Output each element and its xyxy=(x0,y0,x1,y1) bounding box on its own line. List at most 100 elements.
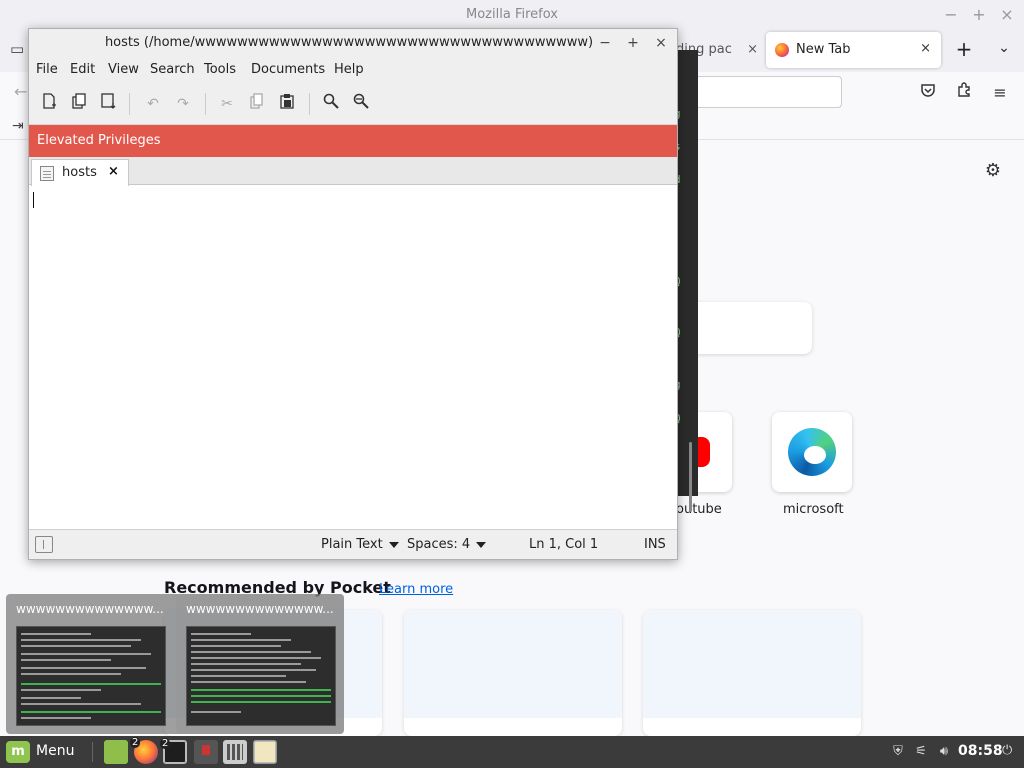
text-caret xyxy=(33,192,34,208)
start-menu-button[interactable]: Menu xyxy=(36,743,74,759)
insert-mode[interactable]: INS xyxy=(644,537,666,552)
language-selector[interactable]: Plain Text xyxy=(321,537,399,552)
gedit-toolbar: ↶ ↷ ✂ xyxy=(29,83,677,125)
tab-label: New Tab xyxy=(796,42,851,57)
menu-help[interactable]: Help xyxy=(334,62,364,77)
chevron-down-icon xyxy=(476,541,487,548)
gedit-close-button[interactable]: × xyxy=(651,33,671,53)
menu-edit[interactable]: Edit xyxy=(70,62,95,77)
open-document-icon[interactable] xyxy=(68,93,90,115)
redo-icon[interactable]: ↷ xyxy=(172,93,194,115)
pocket-card[interactable] xyxy=(404,610,622,736)
language-label: Plain Text xyxy=(321,537,383,552)
paste-icon[interactable] xyxy=(276,93,298,115)
copy-icon[interactable] xyxy=(246,93,268,115)
shortcut-label-microsoft: microsoft xyxy=(783,502,844,517)
cut-icon[interactable]: ✂ xyxy=(216,93,238,115)
settings-gear-icon[interactable]: ⚙ xyxy=(982,160,1004,182)
elevated-privileges-banner: Elevated Privileges xyxy=(29,125,677,157)
side-panel-toggle-icon[interactable] xyxy=(35,536,53,553)
find-icon[interactable] xyxy=(320,93,342,115)
power-icon[interactable]: ⏻ xyxy=(1002,743,1018,759)
terminal-thumbnail-image xyxy=(186,626,336,726)
volume-icon[interactable]: 🔊︎ xyxy=(936,744,952,760)
shield-icon[interactable]: ⛨ xyxy=(890,744,906,760)
firefox-favicon-icon xyxy=(775,43,789,57)
window-list-preview: wwwwwwwwwwwwww... wwwwwwwwwwwwww... xyxy=(6,594,344,734)
taskbar-separator xyxy=(92,742,93,762)
import-bookmarks-icon[interactable]: ⇥ xyxy=(12,118,24,134)
firefox-titlebar: Mozilla Firefox − + × xyxy=(0,0,1024,30)
gedit-window: hosts (/home/wwwwwwwwwwwwwwwwwwwwwwwwwww… xyxy=(28,28,678,560)
terminal-thumbnail-image xyxy=(16,626,166,726)
toolbar-separator xyxy=(129,93,130,115)
firefox-close-button[interactable]: × xyxy=(996,4,1018,26)
pocket-icon[interactable] xyxy=(917,82,939,104)
chevron-down-icon xyxy=(388,541,399,548)
window-thumbnail[interactable]: wwwwwwwwwwwwww... xyxy=(6,594,174,734)
gedit-titlebar[interactable]: hosts (/home/wwwwwwwwwwwwwwwwwwwwwwwwwww… xyxy=(29,29,677,57)
app-taskbar-icon[interactable] xyxy=(223,740,247,764)
window-count-badge: 2 xyxy=(130,737,141,748)
taskbar: m Menu 2 2 ⛨ ⚟ 🔊︎ 08:58 ⏻ xyxy=(0,736,1024,768)
terminal-taskbar-icon[interactable]: 2 xyxy=(160,738,187,764)
network-icon[interactable]: ⚟ xyxy=(913,744,929,760)
menu-search[interactable]: Search xyxy=(150,62,195,77)
window-thumbnail-title: wwwwwwwwwwwwww... xyxy=(16,602,164,616)
gedit-window-title: hosts (/home/wwwwwwwwwwwwwwwwwwwwwwwwwww… xyxy=(104,35,594,50)
list-all-tabs-button[interactable]: ⌄ xyxy=(994,40,1014,60)
firefox-taskbar-icon[interactable]: 2 xyxy=(130,737,158,764)
linux-mint-logo-icon[interactable]: m xyxy=(6,741,30,763)
document-tab-label: hosts xyxy=(62,165,97,180)
shortcut-microsoft[interactable] xyxy=(772,412,852,492)
shortcut-label-youtube: outube xyxy=(676,502,722,517)
firefox-tab-new-tab[interactable]: New Tab × xyxy=(766,32,941,68)
gedit-maximize-button[interactable]: + xyxy=(623,33,643,53)
text-file-icon xyxy=(40,166,54,181)
firefox-minimize-button[interactable]: − xyxy=(940,4,962,26)
window-count-badge: 2 xyxy=(160,738,171,749)
menu-documents[interactable]: Documents xyxy=(251,62,325,77)
toolbar-separator xyxy=(205,93,206,115)
tab-width-selector[interactable]: Spaces: 4 xyxy=(407,537,487,552)
new-tab-button[interactable]: + xyxy=(954,38,974,60)
tab-close-icon[interactable]: × xyxy=(920,41,931,56)
tab-close-icon[interactable]: × xyxy=(747,34,758,66)
app-taskbar-icon[interactable] xyxy=(194,740,218,764)
document-tabstrip: hosts × xyxy=(29,157,677,186)
pocket-learn-more-link[interactable]: Learn more xyxy=(379,582,453,597)
gedit-taskbar-icon[interactable] xyxy=(253,740,277,764)
find-replace-icon[interactable] xyxy=(350,93,372,115)
menu-tools[interactable]: Tools xyxy=(204,62,236,77)
cursor-position[interactable]: Ln 1, Col 1 xyxy=(529,537,598,552)
undo-icon[interactable]: ↶ xyxy=(142,93,164,115)
edge-icon xyxy=(788,428,836,476)
pocket-card[interactable] xyxy=(643,610,861,736)
clock[interactable]: 08:58 xyxy=(958,743,1003,759)
window-thumbnail[interactable]: wwwwwwwwwwwwww... xyxy=(176,594,344,734)
new-document-icon[interactable] xyxy=(38,93,60,115)
elevated-privileges-label: Elevated Privileges xyxy=(37,133,161,148)
back-arrow-icon[interactable]: ← xyxy=(14,82,27,101)
window-thumbnail-title: wwwwwwwwwwwwww... xyxy=(186,602,334,616)
gedit-menubar: File Edit View Search Tools Documents He… xyxy=(29,57,677,83)
menu-file[interactable]: File xyxy=(36,62,58,77)
save-document-icon[interactable] xyxy=(98,93,120,115)
toolbar-separator xyxy=(309,93,310,115)
new-tab-search-box[interactable] xyxy=(690,302,812,354)
url-bar[interactable] xyxy=(690,76,842,108)
gedit-statusbar: Plain Text Spaces: 4 Ln 1, Col 1 INS xyxy=(29,529,677,559)
tab-close-icon[interactable]: × xyxy=(108,164,119,179)
files-icon[interactable] xyxy=(104,740,128,764)
terminal-scrollbar[interactable] xyxy=(689,442,692,512)
text-editor-area[interactable] xyxy=(29,186,677,529)
firefox-window-title: Mozilla Firefox xyxy=(466,7,558,22)
extensions-icon[interactable] xyxy=(953,82,975,104)
firefox-view-icon[interactable]: ▭ xyxy=(10,40,30,60)
document-tab-hosts[interactable]: hosts × xyxy=(31,159,129,186)
app-menu-icon[interactable]: ≡ xyxy=(989,82,1011,104)
tab-width-label: Spaces: 4 xyxy=(407,537,471,552)
gedit-minimize-button[interactable]: − xyxy=(595,33,615,53)
menu-view[interactable]: View xyxy=(108,62,139,77)
firefox-maximize-button[interactable]: + xyxy=(968,4,990,26)
